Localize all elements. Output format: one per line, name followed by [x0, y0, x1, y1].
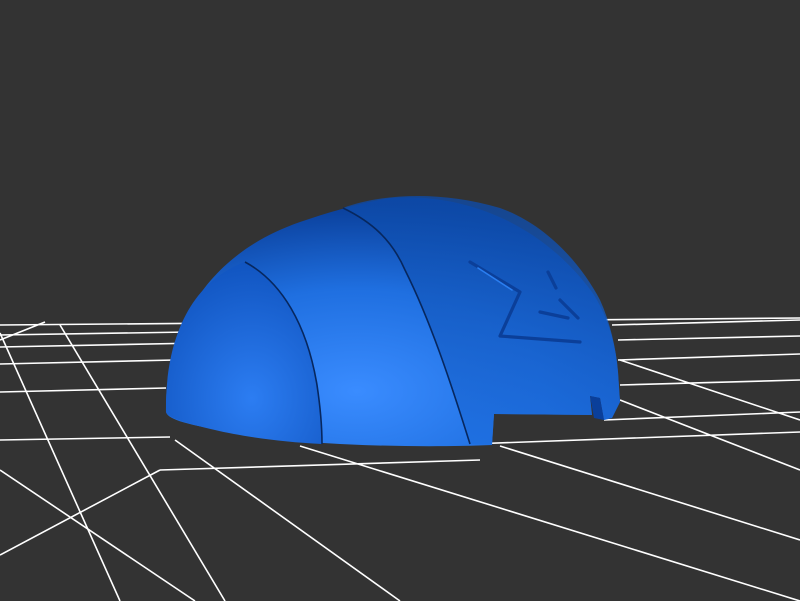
- grid-line: [617, 353, 800, 361]
- grid-line: [0, 359, 176, 365]
- grid-line: [299, 445, 800, 601]
- grid-line: [611, 319, 800, 326]
- grid-line: [0, 436, 171, 441]
- grid-line: [0, 342, 201, 348]
- grid-line: [0, 332, 121, 601]
- 3d-model-viewport[interactable]: [0, 0, 800, 601]
- grid-line: [617, 335, 800, 341]
- scene-canvas[interactable]: [0, 0, 800, 601]
- grid-line: [0, 469, 161, 556]
- grid-line: [499, 445, 800, 541]
- helmet-shell-3d-model[interactable]: [165, 195, 620, 447]
- grid-line: [159, 459, 481, 471]
- grid-line: [619, 379, 800, 386]
- grid-line: [603, 411, 800, 421]
- grid-line: [0, 331, 191, 336]
- grid-line: [0, 469, 196, 601]
- grid-line: [469, 431, 800, 445]
